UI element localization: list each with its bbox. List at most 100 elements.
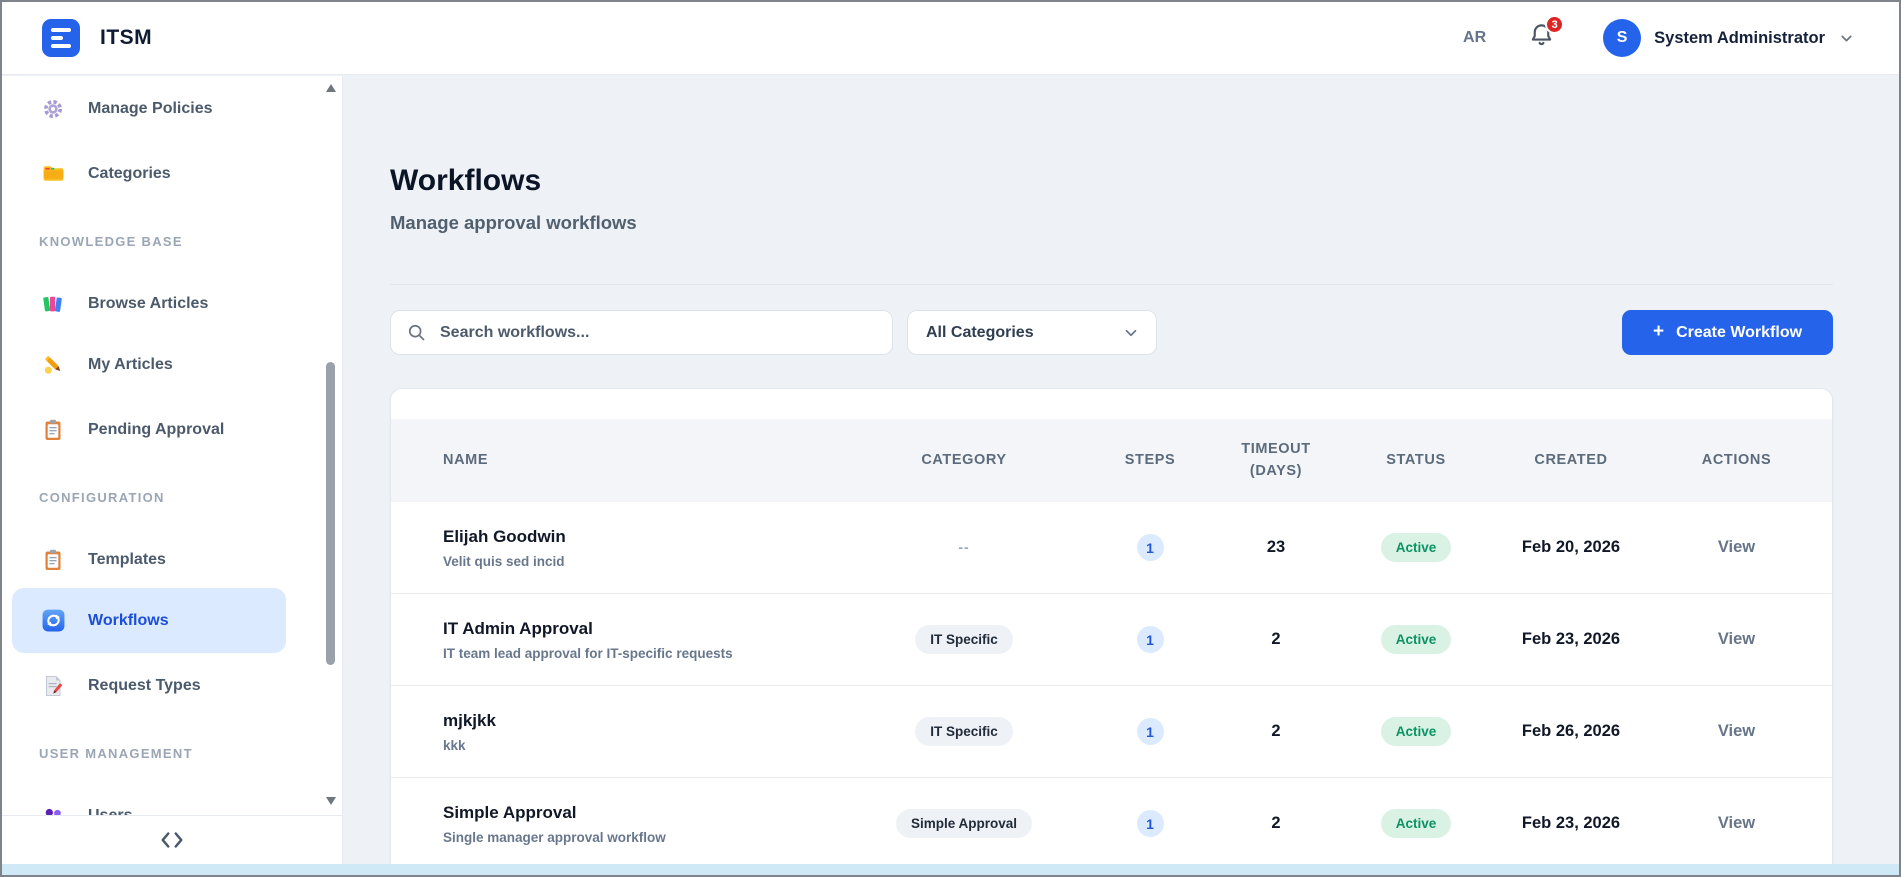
table-row: IT Admin Approval IT team lead approval … [391, 594, 1832, 686]
notification-count-badge: 3 [1545, 15, 1565, 34]
sidebar-section-knowledge-base: KNOWLEDGE BASE [39, 233, 183, 249]
sidebar: Manage Policies Categories KNOWLEDGE BAS… [2, 76, 343, 864]
sidebar-item-label: Manage Policies [88, 99, 213, 117]
timeout-value: 2 [1271, 722, 1281, 740]
app-window: ITSM AR 3 S System Administrator Manage … [0, 0, 1901, 877]
sidebar-item-manage-policies[interactable]: Manage Policies [2, 76, 320, 141]
search-icon [408, 324, 425, 341]
column-header-created: CREATED [1534, 451, 1608, 468]
created-date: Feb 23, 2026 [1521, 630, 1621, 648]
books-icon [40, 291, 66, 317]
scrollbar-thumb[interactable] [326, 362, 335, 665]
chevron-down-icon [1125, 329, 1137, 336]
app-title: ITSM [100, 26, 153, 49]
category-badge: IT Specific [915, 717, 1013, 746]
workflow-description: Velit quis sed incid [443, 553, 565, 569]
category-filter-select[interactable]: All Categories [907, 310, 1157, 355]
status-badge: Active [1380, 625, 1452, 654]
workflow-name: IT Admin Approval [443, 618, 593, 638]
table-row: mjkjkk kkk IT Specific 1 2 Active Feb 26… [391, 686, 1832, 778]
writing-hand-icon [40, 352, 66, 378]
sidebar-item-request-types[interactable]: Request Types [2, 653, 320, 718]
sidebar-nav: Manage Policies Categories KNOWLEDGE BAS… [2, 76, 320, 815]
column-header-category: CATEGORY [921, 451, 1007, 468]
view-button[interactable]: View [1718, 722, 1755, 740]
chevron-down-icon [1841, 35, 1852, 41]
sidebar-item-browse-articles[interactable]: Browse Articles [2, 276, 320, 332]
timeout-value: 2 [1271, 630, 1281, 648]
sidebar-item-label: Workflows [88, 611, 169, 629]
created-date: Feb 20, 2026 [1521, 538, 1621, 556]
workflow-name: Elijah Goodwin [443, 526, 566, 546]
clipboard-icon [40, 547, 66, 573]
sidebar-section-user-management: USER MANAGEMENT [39, 745, 193, 761]
create-workflow-button[interactable]: + Create Workflow [1622, 310, 1833, 355]
sidebar-item-label: Categories [88, 164, 171, 182]
workflow-description: Single manager approval workflow [443, 829, 666, 845]
language-toggle[interactable]: AR [1463, 29, 1486, 47]
steps-badge: 1 [1136, 626, 1164, 653]
sidebar-item-label: Request Types [88, 676, 201, 694]
category-empty-value: -- [958, 538, 970, 555]
itsm-logo-icon [42, 19, 80, 57]
sidebar-item-my-articles[interactable]: My Articles [2, 332, 320, 397]
sidebar-scrollbar[interactable] [325, 80, 337, 809]
user-menu[interactable]: S System Administrator [1603, 19, 1855, 57]
column-header-name: NAME [443, 451, 489, 468]
app-logo[interactable]: ITSM [42, 19, 152, 57]
status-badge: Active [1380, 809, 1452, 838]
collapse-icon [161, 832, 183, 848]
workflow-name: mjkjkk [443, 710, 496, 730]
timeout-value: 2 [1271, 814, 1281, 832]
steps-badge: 1 [1136, 718, 1164, 745]
search-input[interactable] [440, 323, 877, 342]
workflow-description: IT team lead approval for IT-specific re… [443, 645, 733, 661]
sidebar-item-pending-approval[interactable]: Pending Approval [2, 397, 320, 462]
search-box[interactable] [390, 310, 893, 355]
category-badge: Simple Approval [895, 809, 1033, 838]
created-date: Feb 23, 2026 [1521, 814, 1621, 832]
table-header-row: NAME CATEGORY STEPS TIMEOUT (DAYS) STATU… [391, 419, 1832, 502]
memo-pencil-icon [40, 673, 66, 699]
toolbar: All Categories + Create Workflow [390, 310, 1833, 355]
sidebar-item-templates[interactable]: Templates [2, 532, 320, 588]
status-badge: Active [1380, 717, 1452, 746]
sidebar-item-label: Users [88, 807, 132, 815]
main-content: Workflows Manage approval workflows All … [344, 76, 1899, 875]
sidebar-item-label: My Articles [88, 355, 173, 373]
view-button[interactable]: View [1718, 630, 1755, 648]
sidebar-item-users[interactable]: Users [2, 788, 320, 815]
category-badge: IT Specific [915, 625, 1013, 654]
created-date: Feb 26, 2026 [1521, 722, 1621, 740]
header-divider [390, 284, 1833, 285]
user-name: System Administrator [1654, 28, 1825, 47]
workflows-table-card: NAME CATEGORY STEPS TIMEOUT (DAYS) STATU… [390, 388, 1833, 875]
sidebar-section-configuration: CONFIGURATION [39, 489, 165, 505]
view-button[interactable]: View [1718, 538, 1755, 556]
scroll-up-arrow-icon[interactable] [326, 84, 336, 92]
workflow-name: Simple Approval [443, 802, 577, 822]
table-row: Simple Approval Single manager approval … [391, 778, 1832, 870]
sidebar-collapse-button[interactable] [2, 815, 342, 864]
steps-badge: 1 [1136, 534, 1164, 561]
view-button[interactable]: View [1718, 814, 1755, 832]
gear-icon [40, 96, 66, 122]
notifications-button[interactable]: 3 [1528, 15, 1565, 54]
scroll-down-arrow-icon[interactable] [326, 797, 336, 805]
category-filter-value: All Categories [926, 323, 1034, 341]
sidebar-item-workflows[interactable]: Workflows [12, 588, 286, 653]
table-row: Elijah Goodwin Velit quis sed incid -- 1… [391, 502, 1832, 594]
column-header-steps: STEPS [1124, 451, 1176, 468]
page-title: Workflows [390, 164, 542, 197]
timeout-value: 23 [1266, 538, 1286, 556]
top-bar: ITSM AR 3 S System Administrator [2, 2, 1899, 75]
status-badge: Active [1380, 533, 1452, 562]
sidebar-item-categories[interactable]: Categories [2, 141, 320, 206]
page-subtitle: Manage approval workflows [390, 212, 637, 233]
column-header-status: STATUS [1386, 451, 1446, 468]
create-workflow-label: Create Workflow [1676, 323, 1803, 341]
column-header-timeout: TIMEOUT (DAYS) [1241, 441, 1311, 479]
workflow-description: kkk [443, 737, 466, 753]
sidebar-item-label: Templates [88, 551, 166, 568]
plus-icon: + [1652, 320, 1665, 342]
